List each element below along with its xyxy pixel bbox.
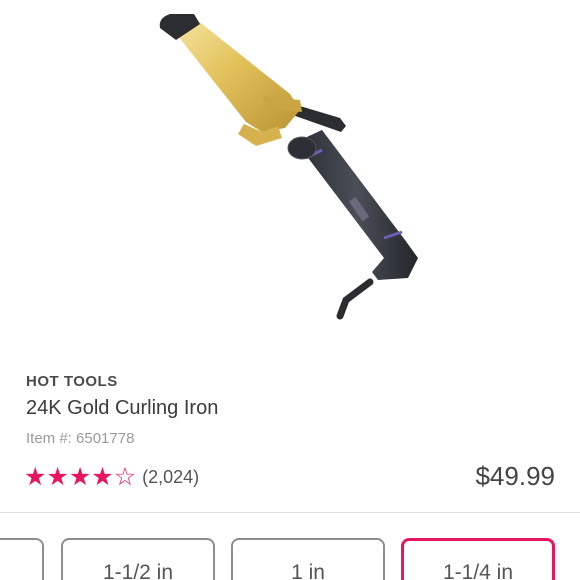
- star-icon: ★: [46, 463, 69, 491]
- size-option-1-in[interactable]: 1 in: [231, 538, 385, 580]
- star-icon: ★: [24, 463, 47, 491]
- size-option-1-1-2-in[interactable]: 1-1/2 in: [61, 538, 215, 580]
- review-count[interactable]: (2,024): [142, 467, 199, 488]
- item-number: Item #: 6501778: [26, 430, 135, 447]
- star-icon: ★: [68, 463, 92, 491]
- product-brand[interactable]: HOT TOOLS: [26, 373, 118, 390]
- product-page: HOT TOOLS 24K Gold Curling Iron Item #: …: [0, 0, 580, 580]
- size-option-1-1-4-in[interactable]: 1-1/4 in: [401, 538, 555, 580]
- divider: [0, 512, 580, 513]
- size-option[interactable]: [0, 538, 44, 580]
- product-name: 24K Gold Curling Iron: [26, 397, 219, 419]
- rating-row[interactable]: ★ ★ ★ ★ ☆ (2,024): [24, 463, 199, 491]
- curling-iron-image[interactable]: [0, 0, 580, 360]
- star-icon: ★: [91, 463, 114, 491]
- product-price: $49.99: [475, 461, 555, 491]
- star-outline-icon: ☆: [113, 463, 137, 491]
